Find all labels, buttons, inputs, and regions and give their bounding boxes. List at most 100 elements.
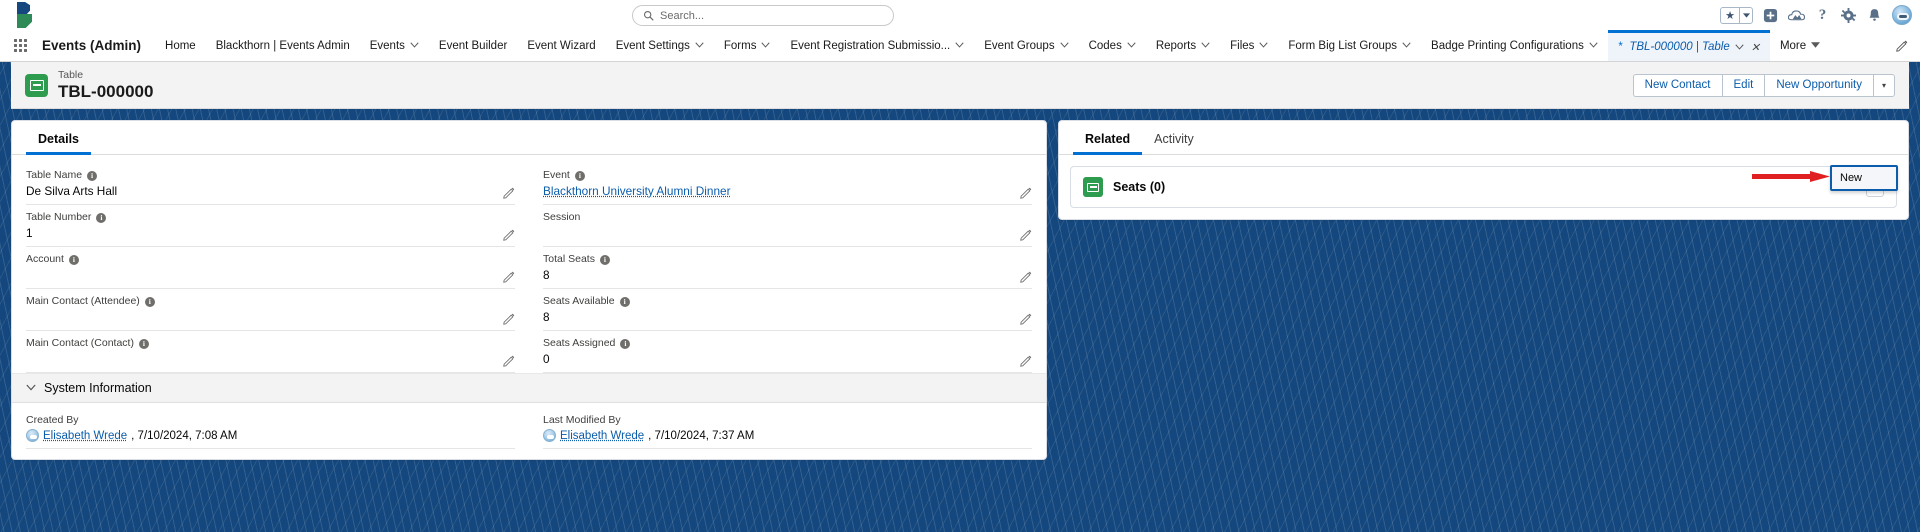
last-modified-by-user-link[interactable]: Elisabeth Wrede (560, 430, 644, 442)
record-actions-caret-icon[interactable]: ▾ (1873, 74, 1895, 97)
new-contact-button[interactable]: New Contact (1633, 74, 1722, 97)
info-icon[interactable]: i (575, 171, 585, 181)
chevron-down-icon (410, 41, 419, 50)
nav-item-events[interactable]: Events (360, 30, 429, 61)
chevron-down-icon (1127, 41, 1136, 50)
nav-item-reports[interactable]: Reports (1146, 30, 1220, 61)
field-label: Seats Available i (543, 295, 1032, 308)
edit-pencil-icon[interactable] (503, 312, 515, 324)
help-icon[interactable]: ? (1814, 7, 1831, 24)
info-icon[interactable]: i (620, 297, 630, 307)
chevron-down-icon (695, 41, 704, 50)
nav-tab-active-record[interactable]: * TBL-000000 | Table ✕ (1608, 30, 1770, 61)
global-search-box[interactable] (632, 5, 894, 26)
edit-pencil-icon[interactable] (1020, 270, 1032, 282)
chevron-down-icon (1402, 41, 1411, 50)
system-information-header[interactable]: System Information (12, 373, 1046, 403)
nav-item-event-registration-submissio[interactable]: Event Registration Submissio... (780, 30, 974, 61)
info-icon[interactable]: i (87, 171, 97, 181)
field-label: Seats Assigned i (543, 337, 1032, 350)
search-input[interactable] (660, 10, 883, 22)
created-by-field: Created By Elisabeth Wrede , 7/10/2024, … (26, 411, 515, 449)
field-seats-available: Seats Available i 8 (543, 289, 1032, 331)
nav-item-label: Reports (1156, 40, 1196, 52)
nav-item-blackthorn-events-admin[interactable]: Blackthorn | Events Admin (206, 30, 360, 61)
last-modified-by-label: Last Modified By (543, 413, 1032, 427)
edit-pencil-icon[interactable] (1020, 312, 1032, 324)
edit-button[interactable]: Edit (1722, 74, 1765, 97)
info-icon[interactable]: i (600, 255, 610, 265)
nav-item-label: Events (370, 40, 405, 52)
edit-pencil-icon[interactable] (1020, 186, 1032, 198)
settings-gear-icon[interactable] (1840, 7, 1857, 24)
app-navigation-bar: Events (Admin) Home Blackthorn | Events A… (0, 30, 1920, 62)
record-title: TBL-000000 (58, 82, 153, 101)
tab-details[interactable]: Details (26, 121, 91, 154)
nav-item-codes[interactable]: Codes (1079, 30, 1146, 61)
favorites-caret-icon[interactable] (1739, 8, 1752, 23)
related-lists-body: Seats (0) (1059, 155, 1908, 219)
chevron-down-icon (1201, 41, 1210, 50)
field-label: Table Number i (26, 211, 515, 224)
info-icon[interactable]: i (145, 297, 155, 307)
blackthorn-logo[interactable] (0, 2, 46, 28)
user-avatar[interactable] (1892, 5, 1912, 25)
nav-item-event-wizard[interactable]: Event Wizard (517, 30, 605, 61)
chevron-down-icon (1589, 41, 1598, 50)
favorites-group[interactable]: ★ (1720, 7, 1753, 24)
record-object-type: Table (58, 69, 153, 82)
edit-pencil-icon[interactable] (503, 354, 515, 366)
last-modified-by-field: Last Modified By Elisabeth Wrede , 7/10/… (543, 411, 1032, 449)
created-by-user-link[interactable]: Elisabeth Wrede (43, 430, 127, 442)
info-icon[interactable]: i (96, 213, 106, 223)
nav-item-home[interactable]: Home (155, 30, 206, 61)
nav-item-forms[interactable]: Forms (714, 30, 781, 61)
nav-item-label: Event Registration Submissio... (790, 40, 950, 52)
nav-item-event-builder[interactable]: Event Builder (429, 30, 517, 61)
nav-item-label: Event Builder (439, 40, 507, 52)
nav-item-label: Home (165, 40, 196, 52)
edit-pencil-icon[interactable] (1020, 228, 1032, 240)
tab-related[interactable]: Related (1073, 121, 1142, 154)
info-icon[interactable]: i (69, 255, 79, 265)
nav-item-form-big-list-groups[interactable]: Form Big List Groups (1278, 30, 1421, 61)
chevron-down-icon (26, 383, 36, 393)
field-total-seats: Total Seats i 8 (543, 247, 1032, 289)
field-value (26, 309, 515, 325)
related-tabs: Related Activity (1059, 121, 1908, 155)
nav-item-label: Event Settings (616, 40, 690, 52)
edit-pencil-icon[interactable] (1020, 354, 1032, 366)
main-content-area: Details Table Name i De Silva Arts Hall Tab… (11, 109, 1909, 460)
close-icon[interactable]: ✕ (1751, 41, 1760, 54)
nav-item-label: More (1780, 40, 1806, 52)
menu-item-new[interactable]: New (1840, 172, 1888, 184)
nav-item-event-settings[interactable]: Event Settings (606, 30, 714, 61)
field-label-text: Main Contact (Contact) (26, 337, 134, 350)
new-opportunity-button[interactable]: New Opportunity (1764, 74, 1873, 97)
add-icon[interactable] (1762, 7, 1779, 24)
record-header: Table TBL-000000 New Contact Edit New Op… (11, 62, 1909, 109)
setup-cloud-icon[interactable] (1788, 7, 1805, 24)
nav-item-badge-printing-configurations[interactable]: Badge Printing Configurations (1421, 30, 1608, 61)
table-object-icon (25, 74, 48, 97)
field-label-text: Seats Available (543, 295, 615, 308)
edit-pencil-icon[interactable] (503, 270, 515, 282)
chevron-down-icon (955, 41, 964, 50)
nav-item-more[interactable]: More (1770, 30, 1830, 61)
related-list-new-menu[interactable]: New (1830, 165, 1898, 191)
info-icon[interactable]: i (620, 339, 630, 349)
edit-pencil-icon[interactable] (503, 186, 515, 198)
field-value[interactable]: Blackthorn University Alumni Dinner (543, 183, 1032, 199)
nav-item-event-groups[interactable]: Event Groups (974, 30, 1078, 61)
edit-pencil-icon[interactable] (503, 228, 515, 240)
notifications-bell-icon[interactable] (1866, 7, 1883, 24)
info-icon[interactable]: i (139, 339, 149, 349)
favorites-star-icon[interactable]: ★ (1721, 8, 1739, 23)
last-modified-by-avatar (543, 429, 556, 442)
app-launcher-icon[interactable] (0, 30, 30, 61)
chevron-down-icon[interactable] (1735, 43, 1744, 52)
tab-activity[interactable]: Activity (1142, 121, 1206, 154)
edit-nav-pencil-icon[interactable] (1890, 30, 1920, 61)
chevron-down-icon (1259, 41, 1268, 50)
nav-item-files[interactable]: Files (1220, 30, 1278, 61)
